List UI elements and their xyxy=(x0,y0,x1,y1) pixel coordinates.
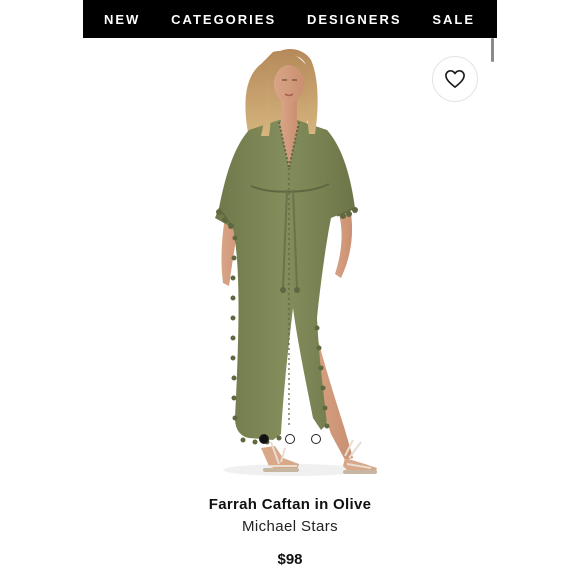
page: NEW CATEGORIES DESIGNERS SALE Farrah Caf… xyxy=(0,0,580,580)
right-sandal-sole xyxy=(343,470,377,474)
face xyxy=(274,65,304,103)
nav-categories[interactable]: CATEGORIES xyxy=(171,12,276,27)
carousel-dot[interactable] xyxy=(311,434,321,444)
left-sandal-sole xyxy=(263,468,299,472)
product-image[interactable] xyxy=(83,38,497,478)
top-navigation: NEW CATEGORIES DESIGNERS SALE xyxy=(83,0,497,38)
product-designer[interactable]: Michael Stars xyxy=(83,518,497,535)
carousel-dot[interactable] xyxy=(259,434,269,444)
wishlist-button[interactable] xyxy=(432,56,478,102)
nav-new[interactable]: NEW xyxy=(104,12,140,27)
nav-sale[interactable]: SALE xyxy=(432,12,475,27)
caftan xyxy=(215,120,355,440)
phone-screen: NEW CATEGORIES DESIGNERS SALE Farrah Caf… xyxy=(83,0,497,580)
product-price: $98 xyxy=(277,551,303,568)
nav-designers[interactable]: DESIGNERS xyxy=(307,12,402,27)
product-title: Farrah Caftan in Olive xyxy=(208,496,372,513)
carousel-dot[interactable] xyxy=(285,434,295,444)
carousel-indicator xyxy=(259,434,321,444)
heart-icon xyxy=(445,70,465,88)
